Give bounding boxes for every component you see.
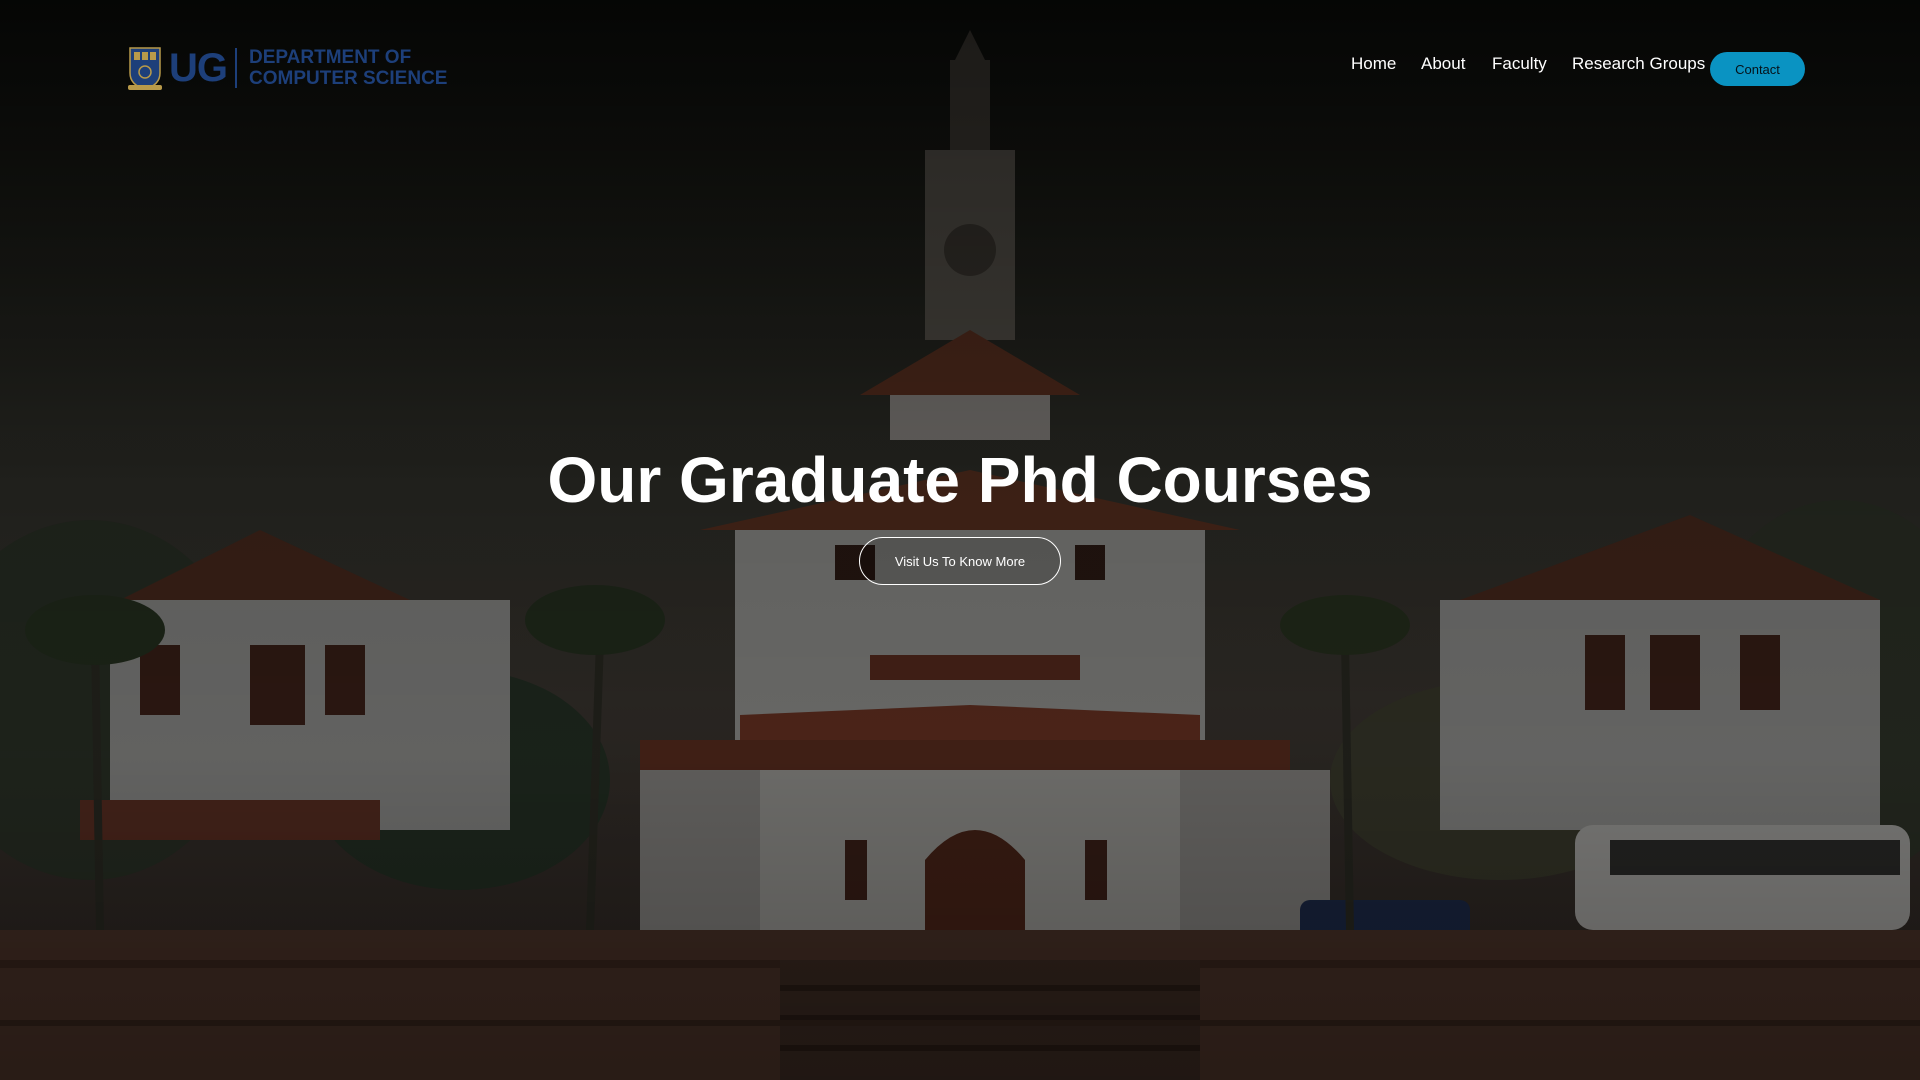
contact-button[interactable]: Contact	[1710, 52, 1805, 86]
hero-section: UG DEPARTMENT OF COMPUTER SCIENCE Home A…	[0, 0, 1920, 1080]
hero-title: Our Graduate Phd Courses	[547, 444, 1373, 516]
site-header: UG DEPARTMENT OF COMPUTER SCIENCE Home A…	[0, 0, 1920, 140]
logo-line-1: DEPARTMENT OF	[249, 47, 412, 68]
university-crest-icon	[127, 45, 163, 91]
logo-department-name: DEPARTMENT OF COMPUTER SCIENCE	[249, 47, 447, 89]
logo-line-2: COMPUTER SCIENCE	[249, 68, 448, 89]
nav-link-faculty[interactable]: Faculty	[1492, 51, 1547, 77]
nav-link-about[interactable]: About	[1421, 51, 1465, 77]
nav-link-research-groups[interactable]: Research Groups	[1572, 51, 1705, 77]
logo-divider	[235, 48, 237, 88]
site-logo[interactable]: UG DEPARTMENT OF COMPUTER SCIENCE	[127, 44, 447, 92]
logo-ug-text: UG	[169, 45, 228, 90]
visit-us-button[interactable]: Visit Us To Know More	[859, 537, 1061, 585]
nav-link-home[interactable]: Home	[1351, 51, 1396, 77]
